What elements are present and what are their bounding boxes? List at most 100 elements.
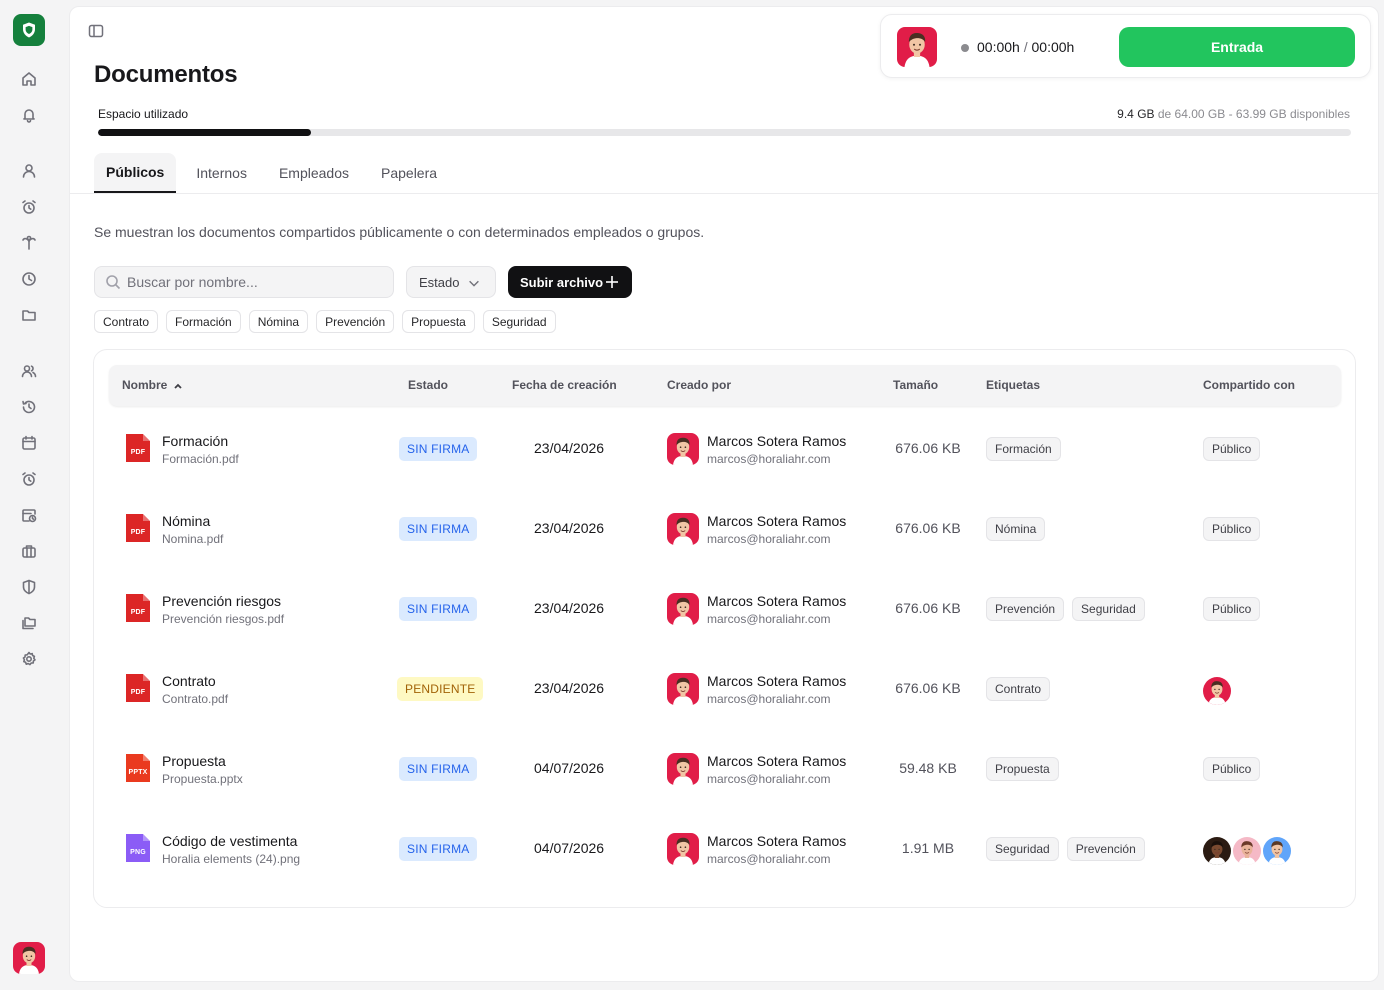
tag-badge: Nómina (986, 517, 1046, 541)
tag-badge: Propuesta (986, 757, 1059, 781)
sidebar-toggle-icon[interactable] (88, 23, 104, 39)
file-type-label: PPTX (128, 769, 148, 776)
avatar-face-icon (667, 833, 699, 865)
avatar-face-icon (13, 942, 45, 974)
document-filename: Nomina.pdf (162, 532, 224, 546)
storage-used: 9.4 GB (1117, 107, 1155, 121)
entry-button[interactable]: Entrada (1119, 27, 1355, 67)
file-icon: PDF (124, 512, 152, 544)
shared-avatar[interactable] (1231, 835, 1263, 867)
divider (70, 193, 1378, 194)
calendar-icon[interactable] (19, 433, 39, 453)
storage-label: Espacio utilizado (98, 107, 189, 121)
tags: Propuesta (986, 757, 1059, 781)
table-row[interactable]: PNG Código de vestimenta Horalia elements … (94, 820, 1357, 900)
shared-avatar[interactable] (1261, 835, 1293, 867)
shield-icon[interactable] (19, 577, 39, 597)
tag-badge: Formación (986, 437, 1061, 461)
col-name[interactable]: Nombre (122, 378, 183, 392)
document-name[interactable]: Código de vestimenta (162, 833, 297, 849)
table-row[interactable]: PDF Prevención riesgos Prevención riesgos.… (94, 580, 1357, 660)
document-filename: Formación.pdf (162, 452, 239, 466)
filter-chip[interactable]: Propuesta (402, 310, 475, 333)
creation-date: 23/04/2026 (534, 600, 605, 616)
history-icon[interactable] (19, 397, 39, 417)
briefcase-icon[interactable] (19, 541, 39, 561)
table-row[interactable]: PDF Formación Formación.pdf SIN FIRMA 23/04/… (94, 420, 1357, 500)
creator-email: marcos@horaliahr.com (707, 772, 831, 786)
alarm-clock-icon[interactable] (19, 469, 39, 489)
pdf-file-icon (126, 434, 150, 462)
app-logo[interactable] (13, 14, 45, 46)
document-name[interactable]: Nómina (162, 513, 210, 529)
table-row[interactable]: PDF Contrato Contrato.pdf PENDIENTE 23/04/20… (94, 660, 1357, 740)
tab-empleados[interactable]: Empleados (263, 153, 365, 193)
document-filename: Prevención riesgos.pdf (162, 612, 285, 626)
shared-badge: Público (1203, 517, 1261, 541)
shared-with: Público (1203, 757, 1261, 781)
filter-chip[interactable]: Contrato (94, 310, 159, 333)
table-row[interactable]: PPTX Propuesta Propuesta.pptx SIN FIRMA 04/0… (94, 740, 1357, 820)
creation-date: 23/04/2026 (534, 520, 605, 536)
gear-icon[interactable] (19, 649, 39, 669)
col-tags: Etiquetas (986, 378, 1041, 392)
creator-avatar (667, 673, 699, 705)
filter-chip[interactable]: Formación (166, 310, 241, 333)
document-name[interactable]: Contrato (162, 673, 216, 689)
status-badge: SIN FIRMA (399, 437, 478, 461)
shared-badge: Público (1203, 757, 1261, 781)
file-type-label: PDF (130, 449, 146, 456)
user-icon[interactable] (19, 161, 39, 181)
table-row[interactable]: PDF Nómina Nomina.pdf SIN FIRMA 23/04/2026 Ma… (94, 500, 1357, 580)
clock-icon[interactable] (19, 269, 39, 289)
home-icon[interactable] (19, 69, 39, 89)
tags: Prevención Seguridad (986, 597, 1145, 621)
creator-email: marcos@horaliahr.com (707, 532, 831, 546)
main-panel: Documentos 00:00h / 00:00h Entrada Espac… (69, 6, 1379, 982)
creator-email: marcos@horaliahr.com (707, 692, 831, 706)
file-icon: PPTX (124, 752, 152, 784)
folder-icon[interactable] (19, 305, 39, 325)
estado-dropdown[interactable]: Estado (406, 266, 496, 298)
file-icon: PDF (124, 592, 152, 624)
document-name[interactable]: Propuesta (162, 753, 226, 769)
document-filename: Propuesta.pptx (162, 772, 243, 786)
alarm-icon[interactable] (19, 197, 39, 217)
tab-internos[interactable]: Internos (180, 153, 263, 193)
storage-progress-bar (98, 129, 1351, 136)
creator-email: marcos@horaliahr.com (707, 852, 831, 866)
file-type-label: PDF (130, 689, 146, 696)
filter-chips: Contrato Formación Nómina Prevención Propues… (94, 310, 556, 333)
file-icon: PDF (124, 672, 152, 704)
avatar-face-icon (1233, 837, 1261, 865)
folders-icon[interactable] (19, 613, 39, 633)
search-box[interactable] (94, 266, 394, 298)
avatar-face-icon (1203, 677, 1231, 705)
creator-name: Marcos Sotera Ramos (707, 593, 847, 609)
shared-avatar[interactable] (1201, 675, 1233, 707)
filter-chip[interactable]: Seguridad (482, 310, 556, 333)
users-icon[interactable] (19, 361, 39, 381)
document-name[interactable]: Formación (162, 433, 228, 449)
calendar-clock-icon[interactable] (19, 505, 39, 525)
status-dot (961, 44, 969, 52)
palm-tree-icon[interactable] (19, 233, 39, 253)
tab-papelera[interactable]: Papelera (365, 153, 453, 193)
document-filename: Horalia elements (24).png (162, 852, 301, 866)
bell-icon[interactable] (19, 105, 39, 125)
status-badge: SIN FIRMA (399, 837, 478, 861)
user-avatar[interactable] (13, 942, 45, 974)
creation-date: 23/04/2026 (534, 680, 605, 696)
search-input[interactable] (127, 274, 387, 290)
pdf-file-icon (126, 514, 150, 542)
upload-button[interactable]: Subir archivo (508, 266, 632, 298)
pdf-file-icon (126, 674, 150, 702)
filter-chip[interactable]: Nómina (248, 310, 309, 333)
tab-publicos[interactable]: Públicos (94, 153, 177, 193)
shared-with: Público (1203, 517, 1261, 541)
shared-avatar[interactable] (1201, 835, 1233, 867)
page-description: Se muestran los documentos compartidos p… (94, 224, 705, 240)
filter-chip[interactable]: Prevención (316, 310, 395, 333)
pdf-file-icon (126, 594, 150, 622)
document-name[interactable]: Prevención riesgos (162, 593, 281, 609)
